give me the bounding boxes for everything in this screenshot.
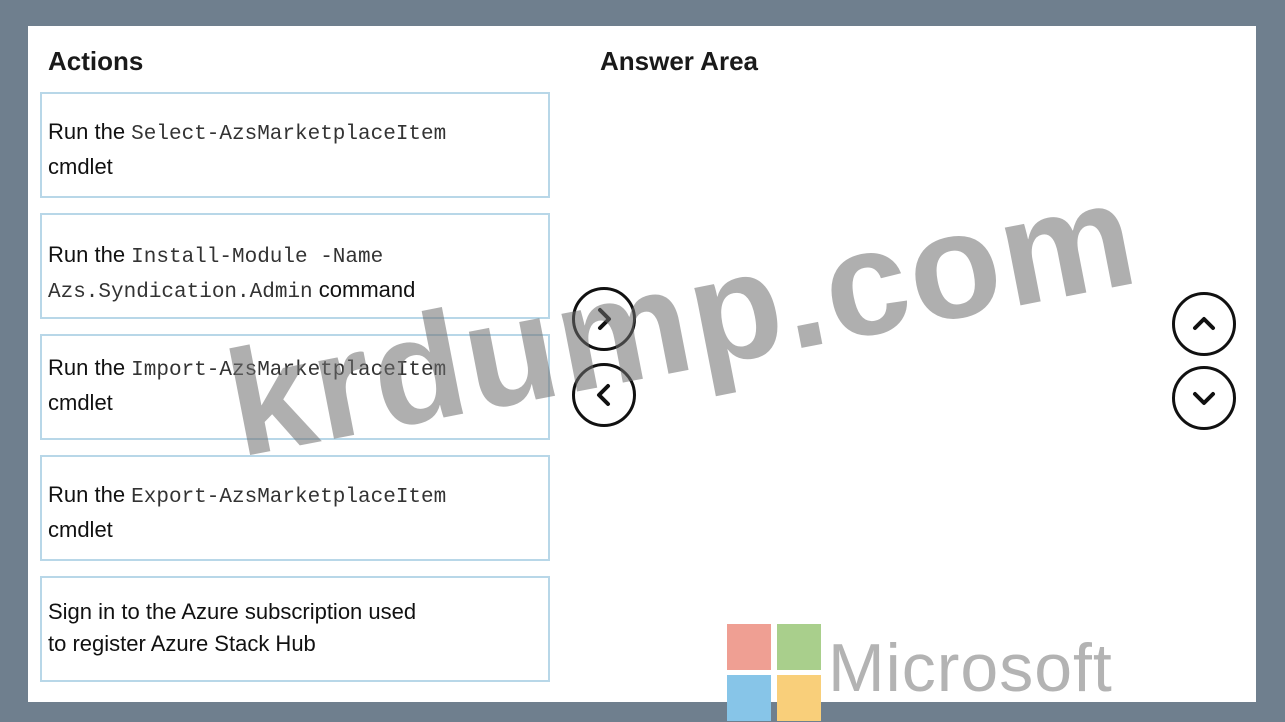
- action-item-prefix: Run the: [48, 355, 132, 380]
- logo-square-green: [777, 624, 821, 670]
- action-item-prefix: Run the: [48, 242, 132, 267]
- action-item-suffix: cmdlet: [48, 390, 113, 415]
- chevron-down-icon: [1193, 392, 1215, 405]
- chevron-left-icon: [597, 384, 610, 406]
- action-item-code: Import-AzsMarketplaceItem: [131, 359, 447, 382]
- action-item-code: Export-AzsMarketplaceItem: [131, 486, 447, 509]
- action-item-code: Install-Module -Name: [131, 246, 384, 269]
- action-item-prefix: Run the: [48, 119, 132, 144]
- move-down-button[interactable]: [1172, 366, 1236, 430]
- action-item-suffix: cmdlet: [48, 154, 113, 179]
- action-item-suffix: cmdlet: [48, 517, 113, 542]
- microsoft-wordmark: Microsoft: [828, 630, 1113, 706]
- move-up-button[interactable]: [1172, 292, 1236, 356]
- action-item-export-marketplace-item[interactable]: Run the Export-AzsMarketplaceItem cmdlet: [40, 455, 550, 561]
- logo-square-yellow: [777, 675, 821, 721]
- actions-heading: Actions: [48, 46, 144, 76]
- answer-area-heading: Answer Area: [600, 46, 758, 76]
- microsoft-logo-icon: [727, 624, 823, 722]
- action-item-code: Select-AzsMarketplaceItem: [131, 123, 447, 146]
- action-item-select-marketplace-item[interactable]: Run the Select-AzsMarketplaceItem cmdlet: [40, 92, 550, 198]
- action-item-install-module[interactable]: Run the Install-Module -Name Azs.Syndica…: [40, 213, 550, 319]
- logo-square-blue: [727, 675, 771, 721]
- action-item-prefix: Run the: [48, 482, 132, 507]
- action-item-line-2: to register Azure Stack Hub: [48, 631, 316, 656]
- action-item-sign-in-azure[interactable]: Sign in to the Azure subscription used t…: [40, 576, 550, 682]
- move-to-actions-button[interactable]: [572, 363, 636, 427]
- chevron-right-icon: [598, 308, 611, 330]
- action-item-line-1: Sign in to the Azure subscription used: [48, 599, 417, 624]
- logo-square-red: [727, 624, 771, 670]
- move-to-answer-button[interactable]: [572, 287, 636, 351]
- chevron-up-icon: [1193, 317, 1215, 330]
- action-item-code-continued: Azs.Syndication.Admin: [48, 281, 313, 304]
- action-item-suffix: command: [312, 277, 416, 302]
- action-item-import-marketplace-item[interactable]: Run the Import-AzsMarketplaceItem cmdlet: [40, 334, 550, 440]
